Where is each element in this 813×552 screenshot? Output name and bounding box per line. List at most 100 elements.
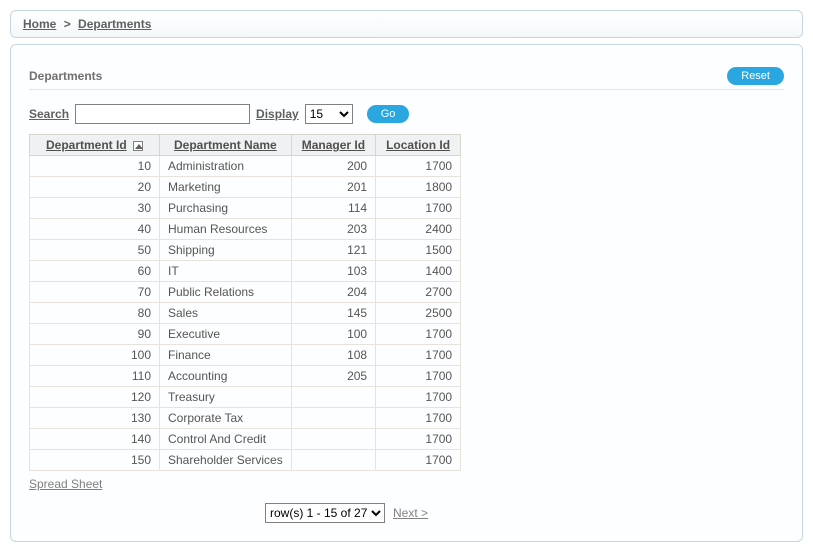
cell-dept_id: 130 — [30, 408, 160, 429]
cell-dept_name: Treasury — [160, 387, 292, 408]
cell-dept_name: Human Resources — [160, 219, 292, 240]
departments-region: Departments Reset Search Display 15 Go D… — [29, 67, 784, 523]
cell-dept_name: Shipping — [160, 240, 292, 261]
table-row: 90Executive1001700 — [30, 324, 461, 345]
cell-dept_name: Control And Credit — [160, 429, 292, 450]
cell-dept_id: 50 — [30, 240, 160, 261]
cell-dept_id: 40 — [30, 219, 160, 240]
display-select[interactable]: 15 — [305, 104, 353, 124]
pagination: row(s) 1 - 15 of 27 Next > — [29, 503, 784, 523]
cell-manager_id: 103 — [291, 261, 375, 282]
cell-location_id: 1700 — [376, 345, 461, 366]
cell-location_id: 1500 — [376, 240, 461, 261]
cell-location_id: 1700 — [376, 156, 461, 177]
spreadsheet-link[interactable]: Spread Sheet — [29, 477, 102, 491]
cell-dept_name: Administration — [160, 156, 292, 177]
cell-dept_id: 60 — [30, 261, 160, 282]
cell-dept_id: 120 — [30, 387, 160, 408]
search-input[interactable] — [75, 104, 250, 124]
cell-manager_id: 108 — [291, 345, 375, 366]
cell-location_id: 1700 — [376, 366, 461, 387]
search-label: Search — [29, 107, 69, 121]
col-header-dept-id[interactable]: Department Id — [30, 135, 160, 156]
col-header-manager-id[interactable]: Manager Id — [291, 135, 375, 156]
cell-dept_id: 80 — [30, 303, 160, 324]
cell-dept_name: Marketing — [160, 177, 292, 198]
cell-manager_id — [291, 450, 375, 471]
breadcrumb-sep: > — [64, 17, 71, 31]
next-link[interactable]: Next > — [393, 506, 428, 520]
reset-button[interactable]: Reset — [727, 67, 784, 85]
cell-manager_id: 205 — [291, 366, 375, 387]
table-row: 110Accounting2051700 — [30, 366, 461, 387]
cell-dept_name: Finance — [160, 345, 292, 366]
cell-manager_id: 121 — [291, 240, 375, 261]
cell-location_id: 1700 — [376, 429, 461, 450]
cell-dept_name: Sales — [160, 303, 292, 324]
cell-dept_id: 20 — [30, 177, 160, 198]
go-button[interactable]: Go — [367, 105, 410, 123]
search-bar: Search Display 15 Go — [29, 104, 784, 124]
region-title: Departments — [29, 69, 102, 83]
cell-dept_name: IT — [160, 261, 292, 282]
cell-location_id: 1400 — [376, 261, 461, 282]
cell-location_id: 1700 — [376, 408, 461, 429]
cell-dept_name: Accounting — [160, 366, 292, 387]
breadcrumb-current[interactable]: Departments — [78, 17, 151, 31]
breadcrumb: Home > Departments — [10, 10, 803, 38]
cell-dept_name: Corporate Tax — [160, 408, 292, 429]
table-row: 130Corporate Tax 1700 — [30, 408, 461, 429]
table-row: 120Treasury 1700 — [30, 387, 461, 408]
cell-location_id: 1800 — [376, 177, 461, 198]
cell-dept_id: 110 — [30, 366, 160, 387]
table-row: 100Finance1081700 — [30, 345, 461, 366]
cell-location_id: 1700 — [376, 387, 461, 408]
cell-dept_name: Purchasing — [160, 198, 292, 219]
table-header-row: Department Id Department Name Manager Id… — [30, 135, 461, 156]
cell-dept_name: Public Relations — [160, 282, 292, 303]
col-header-location-id[interactable]: Location Id — [376, 135, 461, 156]
cell-location_id: 2400 — [376, 219, 461, 240]
cell-manager_id: 200 — [291, 156, 375, 177]
region-header: Departments Reset — [29, 67, 784, 90]
cell-dept_id: 70 — [30, 282, 160, 303]
table-row: 60IT1031400 — [30, 261, 461, 282]
main-panel: Departments Reset Search Display 15 Go D… — [10, 44, 803, 542]
cell-dept_name: Executive — [160, 324, 292, 345]
cell-manager_id — [291, 387, 375, 408]
cell-dept_name: Shareholder Services — [160, 450, 292, 471]
cell-manager_id: 203 — [291, 219, 375, 240]
cell-manager_id: 100 — [291, 324, 375, 345]
cell-manager_id: 201 — [291, 177, 375, 198]
cell-location_id: 2700 — [376, 282, 461, 303]
cell-dept_id: 10 — [30, 156, 160, 177]
table-row: 150Shareholder Services 1700 — [30, 450, 461, 471]
sort-asc-icon[interactable] — [133, 141, 143, 151]
table-row: 10Administration2001700 — [30, 156, 461, 177]
cell-dept_id: 150 — [30, 450, 160, 471]
display-label: Display — [256, 107, 299, 121]
cell-manager_id: 204 — [291, 282, 375, 303]
cell-location_id: 1700 — [376, 324, 461, 345]
cell-location_id: 1700 — [376, 198, 461, 219]
cell-location_id: 2500 — [376, 303, 461, 324]
cell-manager_id — [291, 429, 375, 450]
table-row: 20Marketing2011800 — [30, 177, 461, 198]
table-row: 40Human Resources2032400 — [30, 219, 461, 240]
cell-manager_id — [291, 408, 375, 429]
col-header-dept-name[interactable]: Department Name — [160, 135, 292, 156]
table-row: 50Shipping1211500 — [30, 240, 461, 261]
cell-location_id: 1700 — [376, 450, 461, 471]
table-row: 70Public Relations2042700 — [30, 282, 461, 303]
cell-manager_id: 114 — [291, 198, 375, 219]
table-row: 30Purchasing1141700 — [30, 198, 461, 219]
pagination-select[interactable]: row(s) 1 - 15 of 27 — [265, 503, 385, 523]
cell-dept_id: 100 — [30, 345, 160, 366]
table-row: 140Control And Credit 1700 — [30, 429, 461, 450]
cell-dept_id: 140 — [30, 429, 160, 450]
table-row: 80Sales1452500 — [30, 303, 461, 324]
departments-table: Department Id Department Name Manager Id… — [29, 134, 461, 471]
breadcrumb-home[interactable]: Home — [23, 17, 56, 31]
cell-dept_id: 90 — [30, 324, 160, 345]
cell-manager_id: 145 — [291, 303, 375, 324]
